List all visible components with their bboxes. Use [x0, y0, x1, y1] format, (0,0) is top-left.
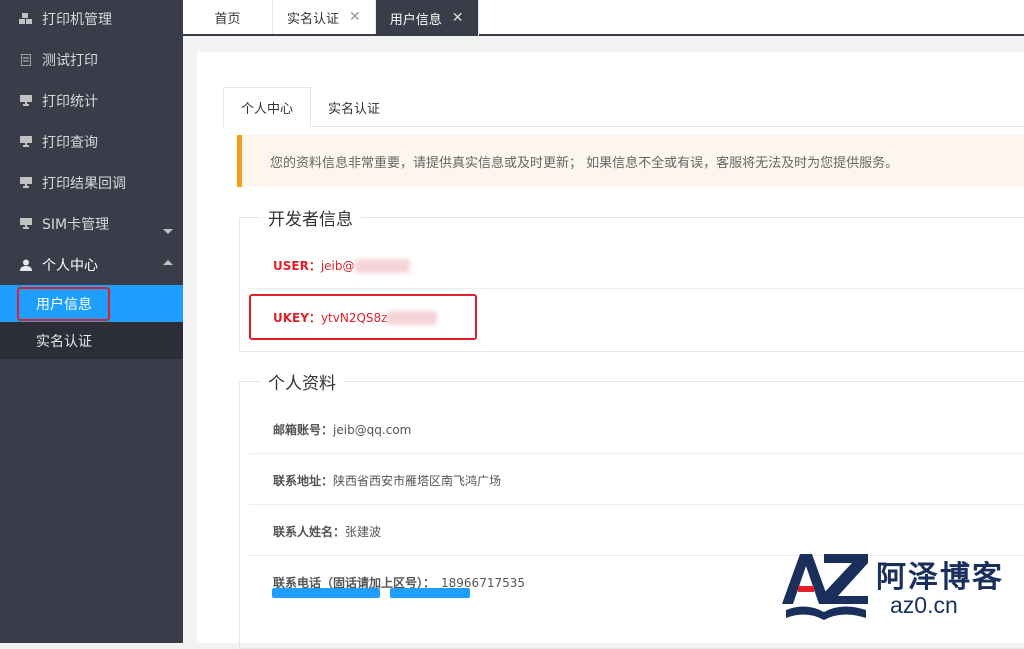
tab-realname-auth[interactable]: 实名认证 [311, 87, 397, 127]
tab-bar: 首页 实名认证 ✕ 用户信息 ✕ [183, 0, 1024, 36]
sidebar-item-personal-center[interactable]: 个人中心 [0, 244, 183, 285]
secondary-button[interactable] [390, 588, 470, 598]
email-label: 邮箱账号： [273, 423, 334, 437]
contact-name-row: 联系人姓名： 张建波 [273, 523, 381, 540]
sidebar-item-print-query[interactable]: 打印查询 [0, 121, 183, 162]
ukey-label: UKEY： [273, 311, 321, 325]
user-icon [18, 257, 34, 273]
sidebar-item-label: 个人中心 [42, 257, 98, 274]
sidebar-item-label: SIM卡管理 [42, 216, 110, 233]
contact-name-label: 联系人姓名： [273, 525, 346, 539]
sidebar-subnav: 用户信息 实名认证 [0, 285, 183, 359]
sidebar-item-label: 打印统计 [42, 93, 98, 110]
watermark-logo: 阿泽博客 az0.cn [778, 548, 1018, 626]
tab-user-info[interactable]: 用户信息 ✕ [375, 0, 479, 36]
user-value: jeib@ [320, 258, 355, 273]
divider [249, 288, 1024, 289]
ukey-value: ytvN2QS8z [320, 310, 388, 325]
tab-personal-center[interactable]: 个人中心 [223, 87, 312, 128]
sidebar-item-printer-manage[interactable]: 打印机管理 [0, 0, 183, 39]
monitor-icon [18, 216, 34, 232]
tab-label: 首页 [214, 11, 241, 27]
sidebar-item-print-stats[interactable]: 打印统计 [0, 80, 183, 121]
section-title: 开发者信息 [268, 210, 353, 230]
sidebar-item-label: 打印机管理 [42, 11, 112, 28]
sidebar-item-sim-manage[interactable]: SIM卡管理 [0, 203, 183, 244]
email-value: jeib@qq.com [333, 422, 412, 437]
sidebar: 打印机管理 测试打印 打印统计 打印查询 打印结果回调 SIM卡管理 个人中心 … [0, 0, 183, 643]
redacted-mask [387, 310, 438, 325]
cubes-icon [18, 11, 34, 27]
address-label: 联系地址： [273, 474, 334, 488]
contact-name-value: 张建波 [345, 525, 382, 539]
user-label: USER： [273, 259, 321, 273]
sidebar-item-test-print[interactable]: 测试打印 [0, 39, 183, 80]
watermark-cn-text: 阿泽博客 [876, 560, 1004, 595]
redacted-mask [354, 258, 410, 273]
az-logo-icon [782, 554, 868, 620]
monitor-icon [18, 134, 34, 150]
user-row: USER： jeib@ [273, 257, 410, 274]
file-icon [18, 52, 34, 68]
sidebar-item-print-callback[interactable]: 打印结果回调 [0, 162, 183, 203]
close-icon[interactable]: ✕ [349, 9, 361, 25]
monitor-icon [18, 175, 34, 191]
tab-realname[interactable]: 实名认证 ✕ [273, 0, 376, 34]
chevron-up-icon [163, 260, 173, 265]
address-row: 联系地址： 陕西省西安市雁塔区南飞鸿广场 [273, 472, 501, 489]
sidebar-item-label: 测试打印 [42, 52, 98, 69]
notice-text: 您的资料信息非常重要，请提供真实信息或及时更新； 如果信息不全或有误，客服将无法… [270, 155, 899, 171]
tab-label: 用户信息 [389, 12, 442, 28]
sidebar-subitem-label: 实名认证 [36, 333, 92, 350]
watermark-url-text: az0.cn [890, 592, 958, 618]
sidebar-subitem-user-info[interactable]: 用户信息 [0, 285, 183, 322]
section-title: 个人资料 [268, 374, 336, 394]
tab-home[interactable]: 首页 [183, 0, 273, 34]
sidebar-item-label: 打印查询 [42, 134, 98, 151]
sidebar-subitem-realname[interactable]: 实名认证 [0, 322, 183, 359]
chevron-down-icon [163, 229, 173, 234]
tab-label: 实名认证 [328, 101, 381, 117]
ukey-row: UKEY： ytvN2QS8z [273, 309, 438, 326]
tab-label: 个人中心 [241, 102, 294, 117]
address-value: 陕西省西安市雁塔区南飞鸿广场 [333, 474, 502, 488]
highlight-box [17, 287, 110, 321]
notice-banner: 您的资料信息非常重要，请提供真实信息或及时更新； 如果信息不全或有误，客服将无法… [237, 135, 1024, 187]
close-icon[interactable]: ✕ [452, 10, 464, 26]
sidebar-item-label: 打印结果回调 [42, 175, 126, 192]
monitor-icon [18, 93, 34, 109]
tab-label: 实名认证 [287, 11, 340, 27]
email-row: 邮箱账号： jeib@qq.com [273, 421, 411, 438]
page-tabs: 个人中心 实名认证 [223, 87, 1024, 128]
divider [249, 453, 1024, 454]
primary-button[interactable] [272, 588, 380, 598]
divider [249, 504, 1024, 505]
